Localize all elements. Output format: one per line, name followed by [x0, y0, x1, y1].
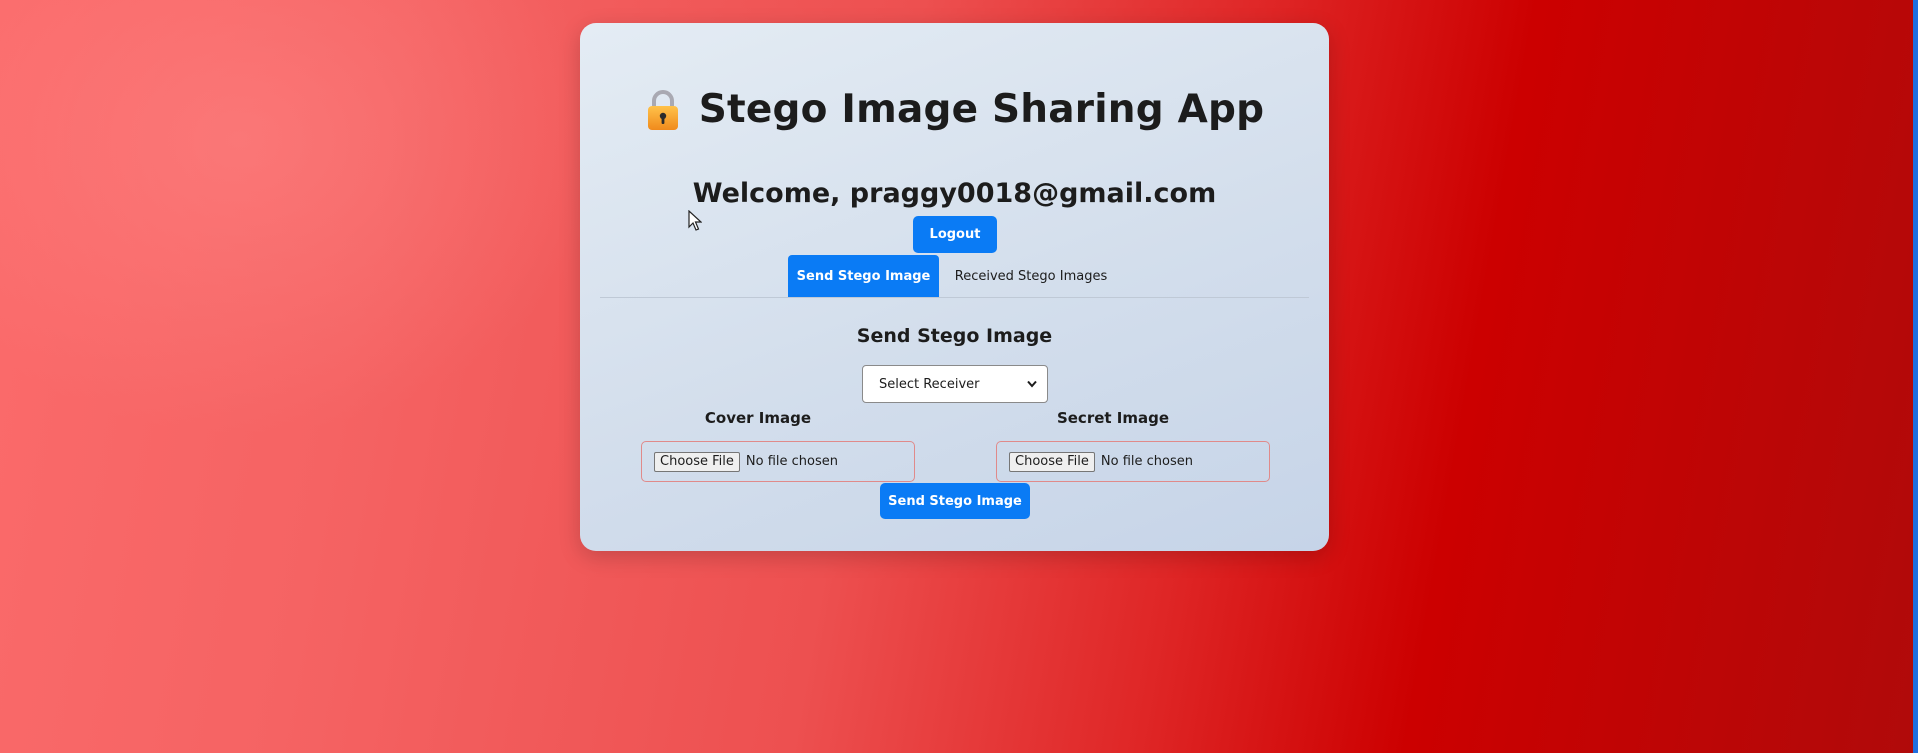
secret-image-input[interactable]: Choose File No file chosen	[996, 441, 1270, 482]
tab-bar: Send Stego Image Received Stego Images	[788, 255, 1123, 297]
app-title: Stego Image Sharing App	[698, 87, 1265, 132]
cover-image-label: Cover Image	[704, 409, 812, 427]
logout-button[interactable]: Logout	[913, 216, 997, 253]
tab-divider	[600, 297, 1309, 298]
receiver-select[interactable]: Select Receiver	[862, 365, 1048, 403]
secret-file-status: No file chosen	[1100, 454, 1193, 469]
tab-received-stego-images[interactable]: Received Stego Images	[939, 255, 1123, 297]
welcome-message: Welcome, praggy0018@gmail.com	[692, 178, 1217, 209]
cover-image-input[interactable]: Choose File No file chosen	[641, 441, 915, 482]
cover-choose-file-button[interactable]: Choose File	[654, 451, 740, 472]
app-card: Stego Image Sharing App Welcome, praggy0…	[580, 23, 1329, 551]
secret-choose-file-button[interactable]: Choose File	[1009, 451, 1095, 472]
mouse-cursor-icon	[688, 210, 702, 231]
tab-send-stego-image[interactable]: Send Stego Image	[788, 255, 939, 297]
scrollbar-edge	[1913, 0, 1918, 753]
cover-file-status: No file chosen	[745, 454, 838, 469]
chevron-down-icon	[1027, 380, 1037, 388]
app-header: Stego Image Sharing App	[580, 87, 1329, 132]
receiver-select-value: Select Receiver	[879, 376, 980, 392]
secret-image-label: Secret Image	[1056, 409, 1170, 427]
send-stego-image-button[interactable]: Send Stego Image	[880, 483, 1030, 519]
section-title: Send Stego Image	[856, 325, 1053, 347]
lock-icon	[647, 89, 678, 130]
